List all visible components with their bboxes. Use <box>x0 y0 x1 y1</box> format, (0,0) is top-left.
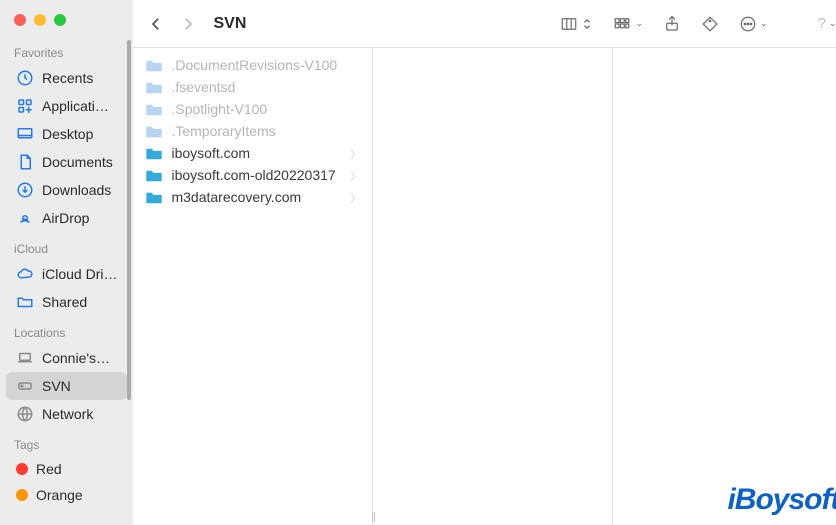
file-name: .DocumentRevisions-V100 <box>171 57 360 73</box>
sidebar-item-label: iCloud Dri… <box>42 266 117 282</box>
file-name: .TemporaryItems <box>171 123 360 139</box>
help-button[interactable]: ? ⌄ <box>813 12 836 35</box>
sidebar-item-label: AirDrop <box>42 210 89 226</box>
column-3[interactable] <box>613 48 836 525</box>
action-menu-button[interactable]: ⌄ <box>734 12 773 36</box>
sidebar-item-svn[interactable]: SVN <box>6 372 127 400</box>
tag-orange-icon <box>16 489 28 501</box>
sidebar-item-label: Documents <box>42 154 113 170</box>
sidebar-item-label: Desktop <box>42 126 93 142</box>
window-title: SVN <box>213 15 246 33</box>
chevron-right-icon: 〉 <box>350 168 360 183</box>
file-name: m3datarecovery.com <box>171 189 342 205</box>
clock-icon <box>16 69 34 87</box>
airdrop-icon <box>16 209 34 227</box>
file-name: iboysoft.com <box>171 145 342 161</box>
file-name: .Spotlight-V100 <box>171 101 360 117</box>
sidebar-item-recents[interactable]: Recents <box>6 64 127 92</box>
share-button[interactable] <box>658 12 686 36</box>
shared-folder-icon <box>16 293 34 311</box>
sidebar-item-label: Shared <box>42 294 87 310</box>
sidebar-scrollbar[interactable] <box>127 40 131 400</box>
sidebar-item-label: Recents <box>42 70 93 86</box>
chevron-down-icon: ⌄ <box>829 18 836 29</box>
close-window-button[interactable] <box>14 14 26 26</box>
file-name: .fseventsd <box>171 79 360 95</box>
forward-button[interactable] <box>177 13 199 35</box>
file-row[interactable]: .Spotlight-V100 <box>137 98 368 120</box>
sidebar-item-desktop[interactable]: Desktop <box>6 120 127 148</box>
chevron-right-icon: 〉 <box>350 146 360 161</box>
sidebar-item-label: Applicati… <box>42 98 109 114</box>
zoom-window-button[interactable] <box>54 14 66 26</box>
group-by-button[interactable]: ⌄ <box>607 12 648 36</box>
sidebar-item-label: Orange <box>36 487 83 503</box>
sidebar-item-airdrop[interactable]: AirDrop <box>6 204 127 232</box>
sidebar-item-tag-red[interactable]: Red <box>6 456 127 482</box>
download-icon <box>16 181 34 199</box>
file-row[interactable]: m3datarecovery.com 〉 <box>137 186 368 208</box>
file-row[interactable]: iboysoft.com 〉 <box>137 142 368 164</box>
tags-button[interactable] <box>696 12 724 36</box>
toolbar: SVN ⌄ ⌄ ? ⌄ <box>133 0 836 48</box>
sidebar-item-connies-mac[interactable]: Connie's… <box>6 344 127 372</box>
file-row[interactable]: .DocumentRevisions-V100 <box>137 54 368 76</box>
sidebar: Favorites Recents Applicati… Desktop Doc… <box>0 0 133 525</box>
column-view: .DocumentRevisions-V100 .fseventsd .Spotli… <box>133 48 836 525</box>
document-icon <box>16 153 34 171</box>
network-icon <box>16 405 34 423</box>
laptop-icon <box>16 349 34 367</box>
help-icon: ? <box>818 15 826 32</box>
chevron-right-icon: 〉 <box>350 190 360 205</box>
sidebar-item-shared[interactable]: Shared <box>6 288 127 316</box>
cloud-icon <box>16 265 34 283</box>
watermark: iBoysoft <box>727 483 836 517</box>
chevron-down-icon: ⌄ <box>760 18 768 29</box>
column-1[interactable]: .DocumentRevisions-V100 .fseventsd .Spotli… <box>133 48 373 525</box>
sidebar-item-label: Red <box>36 461 62 477</box>
sidebar-group-favorites: Favorites <box>0 36 133 64</box>
apps-icon <box>16 97 34 115</box>
sidebar-group-tags: Tags <box>0 428 133 456</box>
file-row[interactable]: iboysoft.com-old20220317 〉 <box>137 164 368 186</box>
back-button[interactable] <box>145 13 167 35</box>
chevron-down-icon: ⌄ <box>635 18 643 29</box>
tag-red-icon <box>16 463 28 475</box>
sidebar-item-label: Downloads <box>42 182 111 198</box>
view-mode-button[interactable] <box>554 12 597 36</box>
sidebar-group-locations: Locations <box>0 316 133 344</box>
sidebar-item-icloud-drive[interactable]: iCloud Dri… <box>6 260 127 288</box>
main-panel: SVN ⌄ ⌄ ? ⌄ <box>133 0 836 525</box>
finder-window: Favorites Recents Applicati… Desktop Doc… <box>0 0 836 525</box>
minimize-window-button[interactable] <box>34 14 46 26</box>
file-row[interactable]: .fseventsd <box>137 76 368 98</box>
sidebar-group-icloud: iCloud <box>0 232 133 260</box>
file-name: iboysoft.com-old20220317 <box>171 167 342 183</box>
file-row[interactable]: .TemporaryItems <box>137 120 368 142</box>
sidebar-item-network[interactable]: Network <box>6 400 127 428</box>
column-resize-handle[interactable]: || <box>371 512 374 523</box>
sidebar-item-downloads[interactable]: Downloads <box>6 176 127 204</box>
sidebar-item-label: Connie's… <box>42 350 110 366</box>
desktop-icon <box>16 125 34 143</box>
sidebar-item-applications[interactable]: Applicati… <box>6 92 127 120</box>
sidebar-item-tag-orange[interactable]: Orange <box>6 482 127 508</box>
sidebar-item-documents[interactable]: Documents <box>6 148 127 176</box>
sidebar-item-label: Network <box>42 406 93 422</box>
sidebar-item-label: SVN <box>42 378 71 394</box>
disk-icon <box>16 377 34 395</box>
column-2[interactable] <box>373 48 613 525</box>
window-controls <box>0 0 133 36</box>
